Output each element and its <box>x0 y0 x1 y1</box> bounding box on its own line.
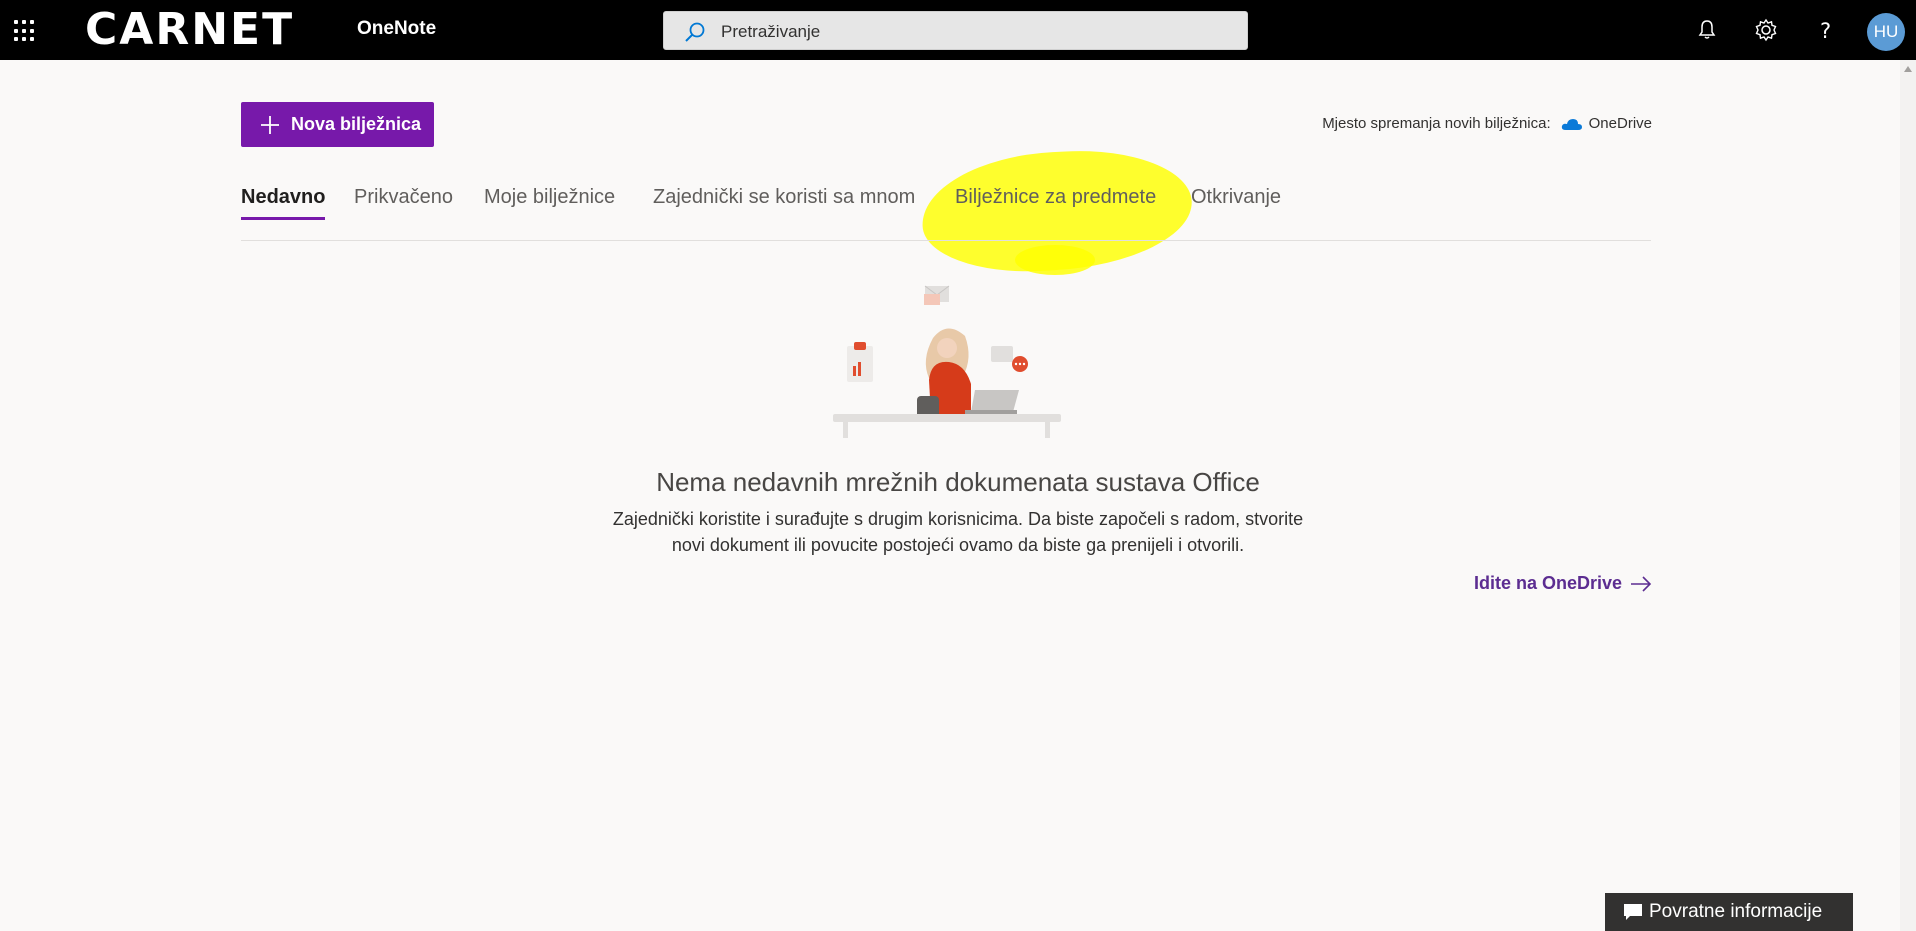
save-location: Mjesto spremanja novih bilježnica: OneDr… <box>1322 115 1652 132</box>
tab-class-notebooks[interactable]: Bilježnice za predmete <box>955 186 1156 220</box>
empty-state-illustration <box>833 285 1061 438</box>
empty-state-description-line-1: Zajednički koristite i surađujte s drugi… <box>612 509 1304 529</box>
tab-recent[interactable]: Nedavno <box>241 186 326 220</box>
save-location-label: Mjesto spremanja novih bilježnica: <box>1322 115 1551 132</box>
chat-icon <box>1624 904 1642 920</box>
yellow-highlight-annotation-tail <box>1015 245 1095 275</box>
tab-discover[interactable]: Otkrivanje <box>1191 186 1281 220</box>
search-input[interactable] <box>719 18 1223 46</box>
help-icon[interactable]: ? <box>1813 17 1839 43</box>
plus-icon <box>261 115 279 134</box>
app-launcher-icon[interactable] <box>14 20 36 42</box>
brand-logo[interactable]: CARNET <box>85 6 294 54</box>
search-box[interactable] <box>663 11 1248 50</box>
search-icon <box>685 22 705 42</box>
go-to-onedrive-label: Idite na OneDrive <box>1473 573 1622 593</box>
cloud-icon <box>1561 118 1582 130</box>
svg-text:?: ? <box>1820 19 1831 43</box>
scroll-up-icon[interactable] <box>1904 66 1912 72</box>
app-name[interactable]: OneNote <box>357 18 436 40</box>
new-notebook-label: Nova bilježnica <box>291 114 422 134</box>
gear-icon[interactable] <box>1753 17 1779 43</box>
tabs-divider <box>241 240 1651 241</box>
save-location-onedrive[interactable]: OneDrive <box>1589 115 1652 132</box>
feedback-label: Povratne informacije <box>1649 901 1823 922</box>
arrow-right-icon <box>1631 575 1652 592</box>
avatar[interactable]: HU <box>1867 13 1905 51</box>
tab-shared-with-me[interactable]: Zajednički se koristi sa mnom <box>653 186 915 220</box>
empty-state-title: Nema nedavnih mrežnih dokumenata sustava… <box>656 467 1260 497</box>
top-bar: CARNET OneNote ? HU <box>0 0 1916 60</box>
tab-pinned[interactable]: Prikvačeno <box>354 186 453 220</box>
feedback-button[interactable]: Povratne informacije <box>1605 893 1853 931</box>
go-to-onedrive-link[interactable]: Idite na OneDrive <box>1474 573 1652 594</box>
new-notebook-button[interactable]: Nova bilježnica <box>241 102 434 147</box>
empty-state-description: Zajednički koristite i surađujte s drugi… <box>598 506 1318 558</box>
bell-icon[interactable] <box>1694 17 1720 43</box>
vertical-scrollbar[interactable] <box>1900 60 1916 931</box>
tab-my-notebooks[interactable]: Moje bilježnice <box>484 186 615 220</box>
empty-state-description-line-2: novi dokument ili povucite postojeći ova… <box>671 535 1245 555</box>
